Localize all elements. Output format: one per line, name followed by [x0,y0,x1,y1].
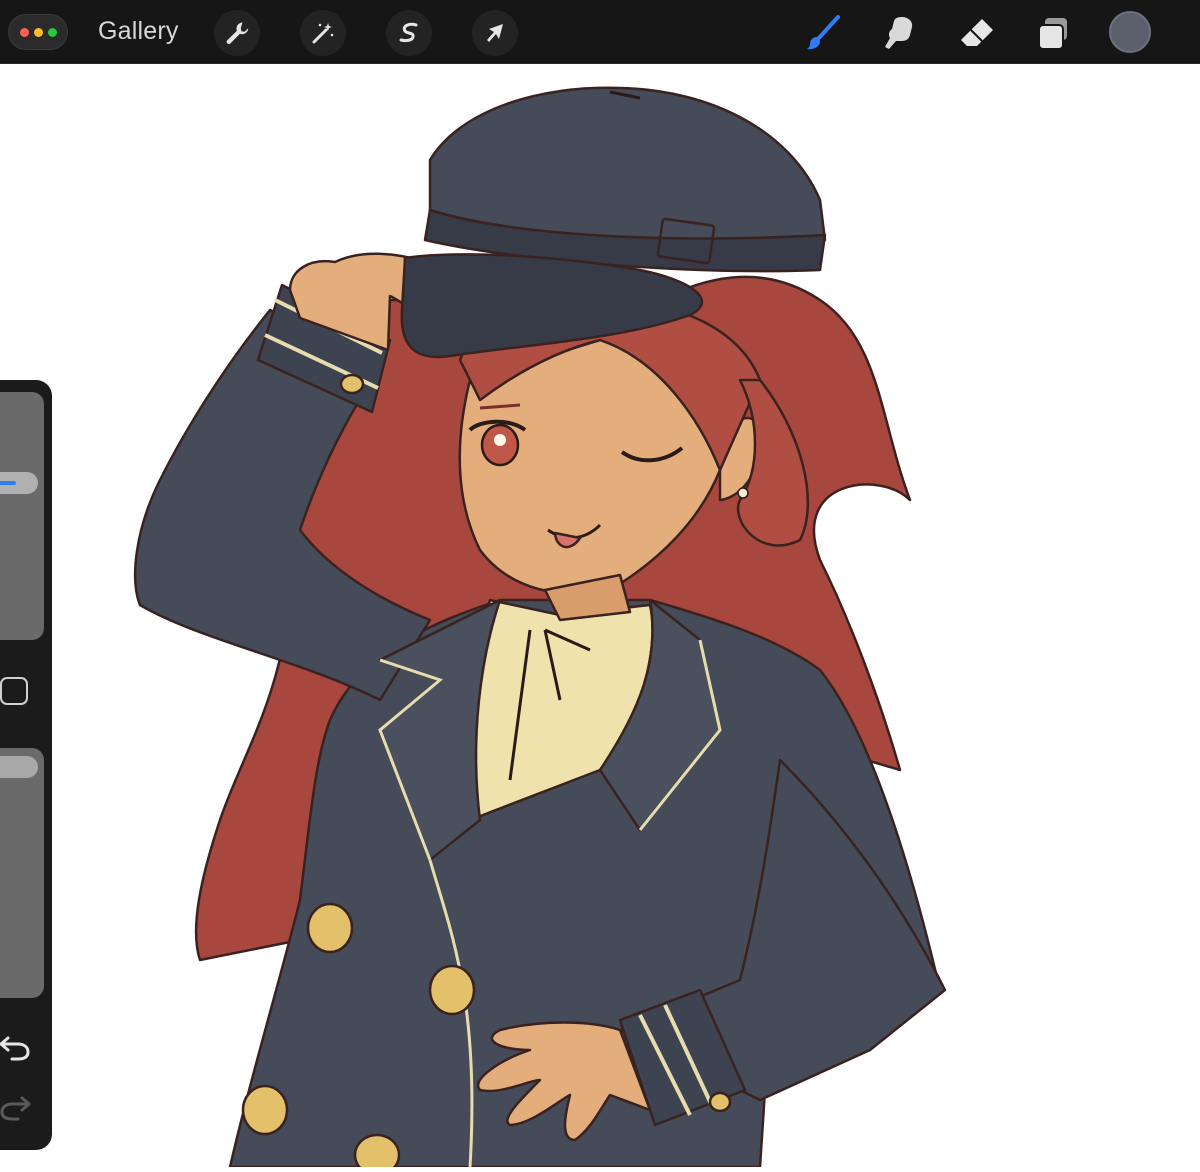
drawing-canvas[interactable]: .ln { stroke:#3a2220; stroke-width:2.5; … [0,64,1200,1172]
adjustments-button[interactable] [300,10,346,56]
layers-icon [1038,18,1067,50]
selection-s-icon [399,22,418,43]
redo-button[interactable] [0,1090,32,1124]
actions-button[interactable] [214,10,260,56]
close-dot [19,27,29,37]
top-toolbar: Gallery [0,0,1200,64]
wrench-icon [226,22,249,45]
selection-button[interactable] [386,10,432,56]
color-picker-button[interactable] [1109,11,1151,53]
eraser-icon [961,19,993,46]
redo-icon [0,1096,31,1121]
layers-button[interactable] [1029,10,1077,56]
brush-button[interactable] [800,10,848,56]
modify-button[interactable] [0,677,28,705]
eraser-button[interactable] [953,10,1001,56]
minimize-dot [33,27,43,37]
undo-button[interactable] [0,1030,32,1064]
window-controls-button[interactable] [8,14,68,50]
opacity-slider[interactable] [0,748,44,998]
magic-wand-icon [312,23,334,44]
transform-button[interactable] [472,10,518,56]
brush-size-handle[interactable] [0,472,38,494]
artwork-illustration: .ln { stroke:#3a2220; stroke-width:2.5; … [133,86,947,1172]
left-sidebar [0,380,52,1150]
brush-icon [807,15,840,50]
arrow-cursor-icon [487,24,503,42]
opacity-handle[interactable] [0,756,38,778]
gallery-button[interactable]: Gallery [98,17,179,46]
brush-size-slider[interactable] [0,392,44,640]
maximize-dot [47,27,57,37]
smudge-finger-icon [885,17,913,49]
smudge-button[interactable] [876,10,924,56]
undo-icon [0,1036,30,1061]
